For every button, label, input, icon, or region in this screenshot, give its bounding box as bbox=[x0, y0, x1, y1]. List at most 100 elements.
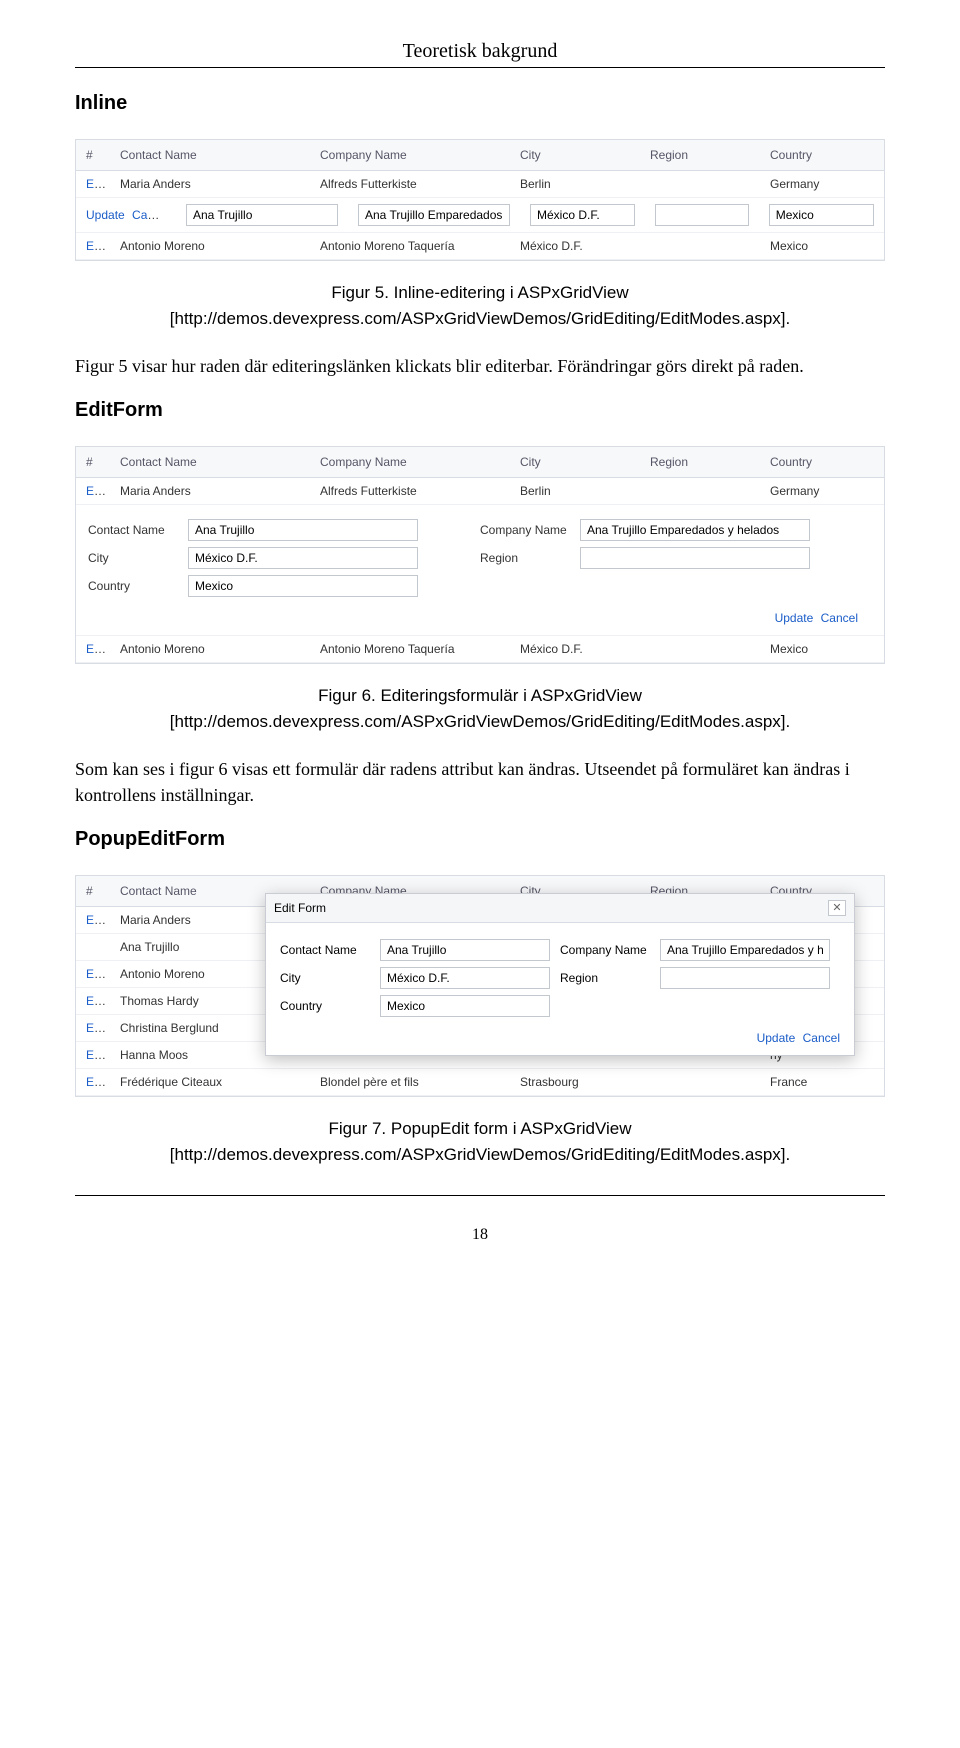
form-label-contact: Contact Name bbox=[88, 523, 188, 537]
inline-grid: # Contact Name Company Name City Region … bbox=[75, 139, 885, 261]
table-row: Edit Antonio Moreno Antonio Moreno Taque… bbox=[76, 636, 884, 663]
cell-city: México D.F. bbox=[510, 636, 640, 662]
col-country: Country bbox=[760, 140, 884, 170]
editform-grid: # Contact Name Company Name City Region … bbox=[75, 446, 885, 664]
section-heading-popup: PopupEditForm bbox=[75, 828, 885, 851]
inline-input-region[interactable] bbox=[655, 204, 749, 226]
popup-label-country: Country bbox=[280, 999, 370, 1013]
popup-input-contact[interactable] bbox=[380, 939, 550, 961]
cell-country: Germany bbox=[760, 171, 884, 197]
col-contact: Contact Name bbox=[110, 447, 310, 477]
figure-caption-6: Figur 6. Editeringsformulär i ASPxGridVi… bbox=[75, 684, 885, 708]
popup-label-contact: Contact Name bbox=[280, 943, 370, 957]
header-rule bbox=[75, 67, 885, 68]
footer-rule bbox=[75, 1195, 885, 1196]
inline-input-country[interactable] bbox=[769, 204, 874, 226]
edit-link[interactable]: Edit bbox=[86, 239, 107, 253]
grid-header-row: # Contact Name Company Name City Region … bbox=[76, 140, 884, 171]
popup-title-text: Edit Form bbox=[274, 901, 326, 915]
cell-contact: Maria Anders bbox=[110, 171, 310, 197]
cell-country: Mexico bbox=[760, 636, 884, 662]
col-city: City bbox=[510, 140, 640, 170]
cell-company: Alfreds Futterkiste bbox=[310, 171, 510, 197]
table-row: Edit Maria Anders Alfreds Futterkiste Be… bbox=[76, 171, 884, 198]
form-label-city: City bbox=[88, 551, 188, 565]
edit-form-panel: Contact Name Company Name City Region bbox=[76, 505, 884, 636]
figure-url-5: [http://demos.devexpress.com/ASPxGridVie… bbox=[75, 309, 885, 329]
col-hash: # bbox=[76, 876, 110, 906]
cancel-link[interactable]: Cancel bbox=[821, 611, 858, 625]
cell-region bbox=[640, 643, 760, 655]
update-link[interactable]: Update bbox=[757, 1031, 796, 1045]
cell-city: Berlin bbox=[510, 478, 640, 504]
cell-city: México D.F. bbox=[510, 233, 640, 259]
cell-city: Berlin bbox=[510, 171, 640, 197]
popup-input-city[interactable] bbox=[380, 967, 550, 989]
popup-label-region: Region bbox=[560, 971, 650, 985]
edit-link[interactable]: Edit bbox=[86, 967, 107, 981]
cancel-link[interactable]: Cancel bbox=[132, 208, 169, 222]
form-label-region: Region bbox=[480, 551, 580, 565]
edit-link[interactable]: Edit bbox=[86, 484, 107, 498]
col-contact: Contact Name bbox=[110, 140, 310, 170]
table-row: Edit Frédérique Citeaux Blondel père et … bbox=[76, 1069, 884, 1096]
inline-input-city[interactable] bbox=[530, 204, 635, 226]
cell-contact: Antonio Moreno bbox=[110, 636, 310, 662]
form-label-country: Country bbox=[88, 579, 188, 593]
edit-link[interactable]: Edit bbox=[86, 994, 107, 1008]
edit-link[interactable]: Edit bbox=[86, 177, 107, 191]
form-label-company: Company Name bbox=[480, 523, 580, 537]
popup-label-city: City bbox=[280, 971, 370, 985]
cell-region bbox=[640, 240, 760, 252]
col-country: Country bbox=[760, 447, 884, 477]
form-input-city[interactable] bbox=[188, 547, 418, 569]
paragraph-fig5: Figur 5 visar hur raden där editeringslä… bbox=[75, 353, 885, 379]
popup-input-region[interactable] bbox=[660, 967, 830, 989]
close-icon[interactable]: ✕ bbox=[828, 900, 846, 916]
figure-caption-5: Figur 5. Inline-editering i ASPxGridView bbox=[75, 281, 885, 305]
cell-company: Alfreds Futterkiste bbox=[310, 478, 510, 504]
inline-input-contact[interactable] bbox=[186, 204, 338, 226]
edit-link[interactable]: Edit bbox=[86, 1048, 107, 1062]
figure-url-6: [http://demos.devexpress.com/ASPxGridVie… bbox=[75, 712, 885, 732]
edit-link[interactable]: Edit bbox=[86, 913, 107, 927]
col-region: Region bbox=[640, 447, 760, 477]
cell-company: Blondel père et fils bbox=[310, 1069, 510, 1095]
edit-link[interactable]: Edit bbox=[86, 1075, 107, 1089]
page-number: 18 bbox=[75, 1226, 885, 1244]
popup-label-company: Company Name bbox=[560, 943, 650, 957]
update-link[interactable]: Update bbox=[775, 611, 814, 625]
cell-country: Germany bbox=[760, 478, 884, 504]
form-input-company[interactable] bbox=[580, 519, 810, 541]
cell-country: France bbox=[760, 1069, 884, 1095]
form-input-contact[interactable] bbox=[188, 519, 418, 541]
grid-header-row: # Contact Name Company Name City Region … bbox=[76, 447, 884, 478]
cell-company: Antonio Moreno Taquería bbox=[310, 636, 510, 662]
table-row: Edit Antonio Moreno Antonio Moreno Taque… bbox=[76, 233, 884, 260]
figure-caption-7: Figur 7. PopupEdit form i ASPxGridView bbox=[75, 1117, 885, 1141]
col-company: Company Name bbox=[310, 447, 510, 477]
cell-country: Mexico bbox=[760, 233, 884, 259]
cell-company: Antonio Moreno Taquería bbox=[310, 233, 510, 259]
popup-edit-form: Edit Form ✕ Contact Name Company Name Ci… bbox=[265, 893, 855, 1056]
section-heading-editform: EditForm bbox=[75, 399, 885, 422]
inline-input-company[interactable] bbox=[358, 204, 510, 226]
section-heading-inline: Inline bbox=[75, 92, 885, 115]
form-input-region[interactable] bbox=[580, 547, 810, 569]
table-row: Edit Maria Anders Alfreds Futterkiste Be… bbox=[76, 478, 884, 505]
form-input-country[interactable] bbox=[188, 575, 418, 597]
edit-link[interactable]: Edit bbox=[86, 1021, 107, 1035]
cell-region bbox=[640, 485, 760, 497]
cell-region bbox=[640, 178, 760, 190]
popup-input-company[interactable] bbox=[660, 939, 830, 961]
col-hash: # bbox=[76, 140, 110, 170]
cell-city: Strasbourg bbox=[510, 1069, 640, 1095]
update-link[interactable]: Update bbox=[86, 208, 125, 222]
edit-link[interactable]: Edit bbox=[86, 642, 107, 656]
col-company: Company Name bbox=[310, 140, 510, 170]
cancel-link[interactable]: Cancel bbox=[803, 1031, 840, 1045]
paragraph-fig6: Som kan ses i figur 6 visas ett formulär… bbox=[75, 756, 885, 808]
col-city: City bbox=[510, 447, 640, 477]
table-row-editing: Update Cancel bbox=[76, 198, 884, 233]
popup-input-country[interactable] bbox=[380, 995, 550, 1017]
